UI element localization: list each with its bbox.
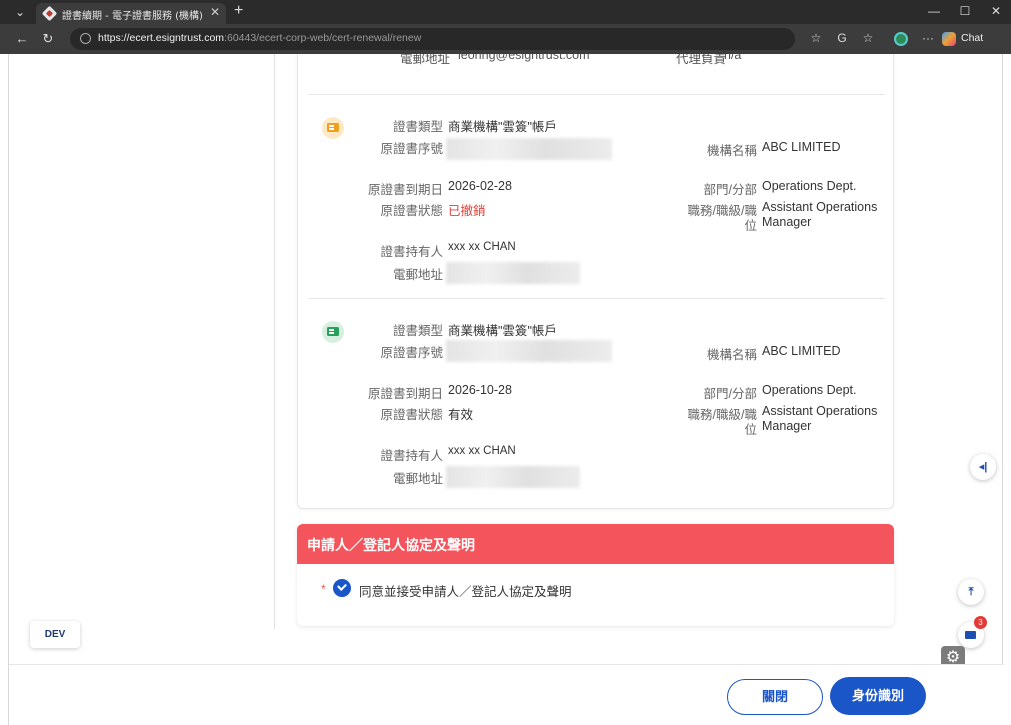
certificate-item: 證書類型 商業機構"雲簽"帳戶 原證書序號 機構名稱 ABC LIMITED 原… — [298, 96, 893, 300]
chat-label[interactable]: Chat — [961, 32, 983, 44]
email-value: leonng@esigntrust.com — [458, 54, 590, 62]
extension-icon[interactable]: G — [834, 31, 850, 45]
agent-value: n/a — [724, 54, 742, 62]
status-label: 原證書狀態 — [380, 204, 443, 218]
back-icon[interactable]: ← — [14, 31, 30, 46]
org-name-value: ABC LIMITED — [762, 344, 841, 358]
cert-type-label: 證書類型 — [392, 120, 443, 134]
site-favicon-icon — [41, 5, 58, 22]
more-menu-icon[interactable]: ··· — [920, 31, 936, 45]
expiry-value: 2026-02-28 — [448, 179, 512, 193]
certificate-icon — [322, 321, 344, 343]
page-viewport: 電郵地址 leonng@esigntrust.com 代理負責 n/a 證書類型… — [8, 54, 1004, 725]
org-name-label: 機構名稱 — [706, 348, 757, 362]
profile-icon[interactable] — [894, 32, 908, 46]
certificate-icon — [965, 631, 976, 639]
position-label-cont: 位 — [744, 219, 757, 233]
holder-value: xxx xx CHAN — [448, 445, 516, 457]
expiry-value: 2026-10-28 — [448, 383, 512, 397]
scroll-top-button[interactable]: ⤒ — [958, 579, 984, 605]
holder-value: xxx xx CHAN — [448, 241, 516, 253]
minimize-icon[interactable]: — — [924, 4, 944, 18]
required-marker: * — [321, 582, 326, 596]
email-label: 電郵地址 — [400, 54, 451, 66]
favorites-icon[interactable]: ☆ — [860, 31, 876, 45]
email-redacted — [446, 262, 580, 284]
partial-row: 電郵地址 leonng@esigntrust.com 代理負責 n/a — [298, 54, 893, 74]
certificate-item: 證書類型 商業機構"雲簽"帳戶 原證書序號 機構名稱 ABC LIMITED 原… — [298, 300, 893, 504]
certificate-list-card: 電郵地址 leonng@esigntrust.com 代理負責 n/a 證書類型… — [297, 54, 894, 509]
url-text: https://ecert.esigntrust.com:60443/ecert… — [98, 32, 422, 44]
agent-label: 代理負責 — [676, 54, 727, 66]
tab-list-icon[interactable]: ⌄ — [12, 4, 28, 20]
orig-serial-label: 原證書序號 — [380, 346, 443, 360]
agree-checkbox[interactable] — [333, 579, 351, 597]
reload-icon[interactable]: ↻ — [40, 31, 56, 47]
holder-label: 證書持有人 — [380, 245, 443, 259]
window-close-icon[interactable]: ✕ — [986, 4, 1006, 18]
tab-title: 證書續期 - 電子證書服務 (機構) — [62, 11, 203, 22]
declaration-panel: 申請人／登記人協定及聲明 * 同意並接受申請人／登記人協定及聲明 — [297, 524, 894, 626]
close-button[interactable]: 關閉 — [727, 679, 823, 715]
collapse-panel-button[interactable]: ◂| — [970, 454, 996, 480]
orig-serial-label: 原證書序號 — [380, 142, 443, 156]
browser-tab[interactable]: 證書續期 - 電子證書服務 (機構) ✕ — [36, 3, 226, 24]
footer-bar: 關閉 身份識別 — [9, 664, 1004, 725]
position-value-cont: Manager — [762, 215, 812, 229]
collapse-left-icon: ◂| — [978, 461, 988, 473]
serial-redacted — [446, 340, 612, 362]
status-value: 已撤銷 — [448, 204, 486, 218]
scroll-top-icon: ⤒ — [968, 586, 974, 598]
email-label: 電郵地址 — [392, 268, 443, 282]
position-label-cont: 位 — [744, 423, 757, 437]
identity-verify-button[interactable]: 身份識別 — [830, 677, 926, 715]
status-value: 有效 — [448, 408, 474, 422]
expiry-label: 原證書到期日 — [367, 183, 443, 197]
notification-badge: 3 — [974, 616, 987, 629]
browser-toolbar: ← ↻ https://ecert.esigntrust.com:60443/e… — [0, 24, 1011, 54]
expiry-label: 原證書到期日 — [367, 387, 443, 401]
dept-label: 部門/分部 — [703, 183, 757, 197]
address-bar[interactable]: https://ecert.esigntrust.com:60443/ecert… — [70, 28, 821, 50]
cert-type-label: 證書類型 — [392, 324, 443, 338]
position-value-cont: Manager — [762, 419, 812, 433]
divider — [308, 94, 885, 95]
certificate-icon — [322, 117, 344, 139]
cert-type-value: 商業機構"雲簽"帳戶 — [448, 120, 557, 134]
status-label: 原證書狀態 — [380, 408, 443, 422]
position-value: Assistant Operations — [762, 200, 878, 214]
divider — [308, 298, 885, 299]
left-panel — [9, 54, 275, 629]
cert-type-value: 商業機構"雲簽"帳戶 — [448, 324, 557, 338]
dept-value: Operations Dept. — [762, 179, 857, 193]
email-label: 電郵地址 — [392, 472, 443, 486]
agree-label[interactable]: 同意並接受申請人／登記人協定及聲明 — [359, 581, 572, 600]
dept-value: Operations Dept. — [762, 383, 857, 397]
serial-redacted — [446, 138, 612, 160]
declaration-header: 申請人／登記人協定及聲明 — [297, 524, 894, 564]
declaration-title: 申請人／登記人協定及聲明 — [307, 537, 475, 553]
browser-titlebar: ⌄ 證書續期 - 電子證書服務 (機構) ✕ + — ☐ ✕ — [0, 0, 1011, 24]
site-info-icon[interactable] — [80, 33, 91, 44]
certificate-cart-button[interactable]: 3 — [958, 616, 987, 648]
holder-label: 證書持有人 — [380, 449, 443, 463]
position-value: Assistant Operations — [762, 404, 878, 418]
email-redacted — [446, 466, 580, 488]
dev-button[interactable]: DEV — [30, 621, 80, 648]
dept-label: 部門/分部 — [703, 387, 757, 401]
new-tab-icon[interactable]: + — [234, 2, 243, 20]
bookmark-star-icon[interactable]: ☆ — [808, 31, 824, 45]
org-name-label: 機構名稱 — [706, 144, 757, 158]
maximize-icon[interactable]: ☐ — [955, 4, 975, 18]
tab-close-icon[interactable]: ✕ — [210, 5, 220, 19]
org-name-value: ABC LIMITED — [762, 140, 841, 154]
copilot-icon[interactable] — [942, 32, 956, 46]
